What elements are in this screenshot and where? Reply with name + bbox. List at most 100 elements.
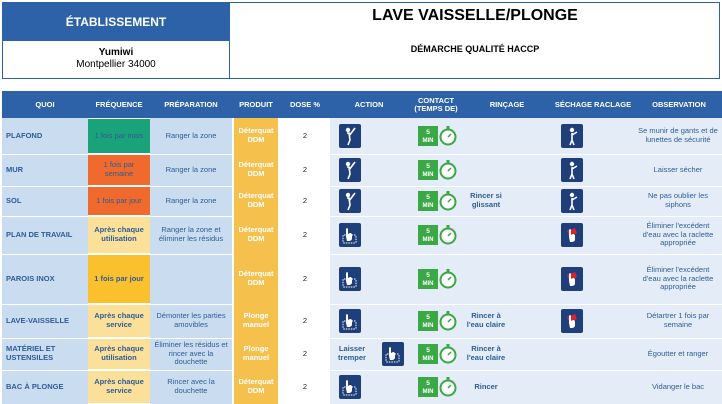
observation-text: Éliminer l'excédent d'eau avec la raclet…: [642, 221, 714, 248]
row-label: MUR: [6, 164, 24, 174]
row-label: PAROIS INOX: [6, 273, 55, 283]
observation-text: Ne pas oublier les siphons: [647, 191, 709, 209]
page-subtitle: DÉMARCHE QUALITÉ HACCP: [410, 44, 540, 54]
preparation-text: Ranger la zone: [165, 164, 217, 174]
product-label: Plonge manuel: [234, 338, 278, 370]
svg-text:MIN: MIN: [423, 138, 434, 144]
preparation-text: Ranger la zone et éliminer les résidus: [158, 225, 224, 243]
person-wipe-icon: [561, 189, 583, 213]
col-header-rincage: RINÇAGE: [489, 99, 525, 109]
timer-5min-icon: 5 MIN: [418, 159, 458, 181]
observation-text: Laisser sécher: [653, 164, 703, 174]
timer-5min-icon: 5 MIN: [418, 376, 458, 398]
svg-text:MIN: MIN: [423, 172, 434, 178]
observation-text: Vidanger le bac: [652, 381, 704, 391]
svg-text:5: 5: [426, 272, 430, 279]
frequency-badge: Après chaque utilisation: [88, 217, 150, 253]
timer-5min-icon: 5 MIN: [418, 224, 458, 246]
col-header-sechage: SÉCHAGE RACLAGE: [554, 99, 632, 109]
row-label: SOL: [6, 195, 22, 205]
svg-text:MIN: MIN: [423, 356, 434, 362]
dose-value: 2: [302, 164, 308, 174]
product-label: Déterquat DDM: [234, 154, 278, 186]
col-header-contact: CONTACT (TEMPS DE): [414, 95, 458, 113]
timer-5min-icon: 5 MIN: [418, 268, 458, 290]
svg-text:5: 5: [426, 347, 430, 354]
svg-text:MIN: MIN: [423, 389, 434, 395]
page-title: LAVE VAISSELLE/PLONGE: [372, 7, 578, 24]
rincage-text: Rincer à l'eau claire: [466, 311, 506, 329]
product-label: Déterquat DDM: [234, 118, 278, 154]
svg-text:MIN: MIN: [423, 281, 434, 287]
mop-icon: [339, 189, 361, 213]
dose-value: 2: [302, 315, 308, 325]
hand-sponge-icon: [382, 342, 404, 366]
person-wipe-icon: [561, 124, 583, 148]
frequency-badge: 1 fois par jour: [88, 187, 150, 215]
product-label: Déterquat DDM: [234, 370, 278, 404]
rincage-text: Rincer si glissant: [470, 191, 502, 209]
action-text: Laisser tremper: [338, 344, 366, 362]
row-label: PLAFOND: [6, 130, 43, 140]
svg-text:5: 5: [426, 129, 430, 136]
dose-value: 2: [302, 348, 308, 358]
svg-text:MIN: MIN: [423, 237, 434, 243]
row-label: MATÉRIEL ET USTENSILES: [6, 344, 56, 362]
col-header-frequence: FRÉQUENCE: [95, 99, 143, 109]
preparation-text: [152, 254, 230, 304]
establishment-label: ÉTABLISSEMENT: [3, 3, 229, 41]
observation-text: Égoutter et ranger: [647, 348, 709, 358]
svg-text:5: 5: [426, 380, 430, 387]
svg-text:MIN: MIN: [423, 203, 434, 209]
timer-5min-icon: 5 MIN: [418, 310, 458, 332]
mop-icon: [339, 124, 361, 148]
preparation-text: Éliminer les résidus et rincer avec la d…: [154, 340, 228, 367]
product-label: Déterquat DDM: [234, 254, 278, 304]
establishment-city: Montpellier 34000: [76, 59, 156, 70]
preparation-text: Démonter les parties amovibles: [156, 311, 226, 329]
col-header-dose: DOSE %: [289, 99, 320, 109]
svg-text:5: 5: [426, 228, 430, 235]
svg-text:MIN: MIN: [423, 323, 434, 329]
observation-text: Éliminer l'excédent d'eau avec la raclet…: [642, 265, 714, 292]
preparation-text: Ranger la zone: [165, 130, 217, 140]
hand-sponge-icon: [339, 267, 361, 291]
frequency-badge: Après chaque service: [88, 305, 150, 337]
timer-5min-icon: 5 MIN: [418, 343, 458, 365]
hand-scraper-icon: [561, 309, 583, 333]
row-label: PLAN DE TRAVAIL: [6, 229, 73, 239]
frequency-badge: Après chaque service: [88, 371, 150, 403]
dose-value: 2: [302, 381, 308, 391]
product-label: Déterquat DDM: [234, 186, 278, 216]
frequency-badge: 1 fois par mois: [88, 119, 150, 153]
dose-value: 2: [302, 195, 308, 205]
observation-text: Se munir de gants et de lunettes de sécu…: [638, 126, 718, 144]
hand-sponge-icon: [339, 223, 361, 247]
col-header-quoi: QUOI: [35, 99, 55, 109]
product-label: Déterquat DDM: [234, 216, 278, 254]
frequency-badge: 1 fois par semaine: [88, 155, 150, 185]
col-header-observation: OBSERVATION: [652, 99, 706, 109]
rincage-text: Rincer à l'eau claire: [466, 344, 506, 362]
hand-sponge-icon: [339, 309, 361, 333]
product-label: Plonge manuel: [234, 304, 278, 338]
col-header-preparation: PRÉPARATION: [164, 99, 218, 109]
svg-text:5: 5: [426, 163, 430, 170]
svg-text:5: 5: [426, 314, 430, 321]
dose-value: 2: [302, 130, 308, 140]
observation-text: Détartrer 1 fois par semaine: [646, 311, 710, 329]
svg-text:5: 5: [426, 194, 430, 201]
person-wipe-icon: [561, 158, 583, 182]
hand-scraper-icon: [561, 223, 583, 247]
preparation-text: Ranger la zone: [165, 195, 217, 205]
rincage-text: Rincer: [474, 381, 498, 391]
timer-5min-icon: 5 MIN: [418, 190, 458, 212]
hand-sponge-icon: [339, 375, 361, 399]
preparation-text: Rincer avec la douchette: [167, 377, 215, 395]
dose-value: 2: [302, 229, 308, 239]
hand-scraper-icon: [561, 267, 583, 291]
timer-5min-icon: 5 MIN: [418, 125, 458, 147]
mop-icon: [339, 158, 361, 182]
frequency-badge: 1 fois par jour: [88, 255, 150, 303]
dose-value: 2: [302, 273, 308, 283]
